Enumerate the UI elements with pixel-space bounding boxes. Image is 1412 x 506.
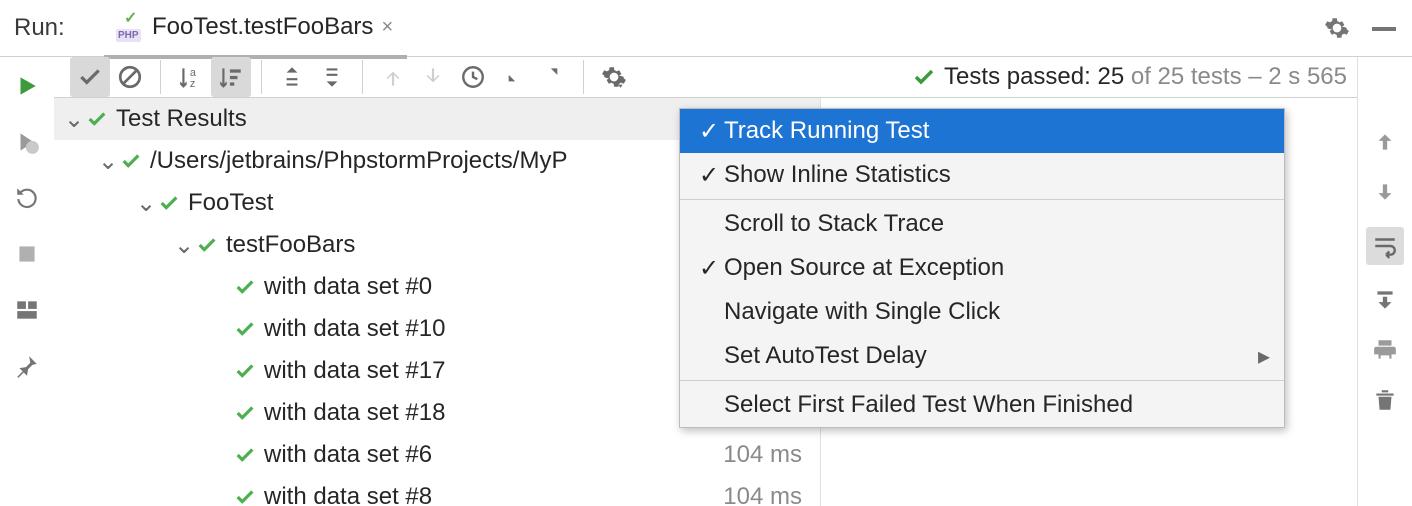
- prev-failed-icon[interactable]: [373, 57, 413, 97]
- stop-icon[interactable]: [12, 239, 42, 269]
- menu-item-label: Set AutoTest Delay: [724, 342, 1258, 370]
- settings-gear-icon[interactable]: [1322, 13, 1352, 43]
- tree-path-label: /Users/jetbrains/PhpstormProjects/MyP: [150, 147, 567, 175]
- right-gutter: [1357, 57, 1412, 506]
- chevron-down-icon[interactable]: ⌄: [62, 105, 86, 134]
- check-icon: ✓: [694, 254, 724, 283]
- menu-separator: [680, 380, 1284, 381]
- tree-dataset-label: with data set #0: [264, 273, 432, 301]
- tree-dataset-label: with data set #18: [264, 399, 445, 427]
- chevron-down-icon[interactable]: ⌄: [134, 189, 158, 218]
- menu-item[interactable]: Set AutoTest Delay▸: [680, 334, 1284, 378]
- tree-dataset-label: with data set #8: [264, 483, 432, 506]
- scroll-to-end-icon[interactable]: [1370, 285, 1400, 315]
- pass-icon: [234, 486, 256, 506]
- pass-icon: [234, 318, 256, 340]
- import-results-icon[interactable]: [493, 57, 533, 97]
- menu-item-label: Scroll to Stack Trace: [724, 210, 1270, 238]
- tree-root-label: Test Results: [116, 105, 247, 133]
- rerun-icon[interactable]: [12, 71, 42, 101]
- scroll-down-icon[interactable]: [1370, 177, 1400, 207]
- next-failed-icon[interactable]: [413, 57, 453, 97]
- summary-of: of 25 tests: [1124, 63, 1241, 90]
- test-options-gear-icon[interactable]: [594, 57, 634, 97]
- menu-item-label: Show Inline Statistics: [724, 161, 1270, 189]
- history-icon[interactable]: [453, 57, 493, 97]
- tree-method-label: testFooBars: [226, 231, 355, 259]
- summary-passed-count: 25: [1097, 63, 1124, 90]
- show-passed-icon[interactable]: [70, 57, 110, 97]
- tree-class-label: FooTest: [188, 189, 273, 217]
- show-ignored-icon[interactable]: [110, 57, 150, 97]
- test-options-menu[interactable]: ✓Track Running Test✓Show Inline Statisti…: [679, 108, 1285, 428]
- submenu-arrow-icon: ▸: [1258, 342, 1270, 371]
- expand-all-icon[interactable]: [272, 57, 312, 97]
- tree-dataset-label: with data set #10: [264, 315, 445, 343]
- menu-item-label: Open Source at Exception: [724, 254, 1270, 282]
- php-file-icon: [118, 14, 144, 40]
- print-icon[interactable]: [1370, 335, 1400, 365]
- menu-item[interactable]: ✓Open Source at Exception: [680, 246, 1284, 290]
- test-toolbar: az: [54, 57, 1357, 98]
- pass-icon: [86, 108, 108, 130]
- tests-summary: Tests passed: 25 of 25 tests – 2 s 565: [912, 63, 1351, 91]
- run-label: Run:: [0, 14, 104, 42]
- sort-duration-icon[interactable]: [211, 57, 251, 97]
- tree-dataset-row[interactable]: with data set #8 104 ms: [54, 476, 820, 506]
- pass-icon: [158, 192, 180, 214]
- left-gutter: [0, 57, 54, 506]
- tree-dataset-time: 104 ms: [692, 441, 820, 469]
- tree-dataset-row[interactable]: with data set #6 104 ms: [54, 434, 820, 476]
- summary-time: – 2 s 565: [1242, 63, 1347, 90]
- menu-separator: [680, 199, 1284, 200]
- menu-item-label: Select First Failed Test When Finished: [724, 391, 1270, 419]
- pass-icon: [234, 276, 256, 298]
- menu-item[interactable]: Navigate with Single Click: [680, 290, 1284, 334]
- svg-text:z: z: [190, 78, 195, 90]
- rerun-failed-icon[interactable]: [12, 127, 42, 157]
- check-icon: [912, 65, 936, 89]
- layout-icon[interactable]: [12, 295, 42, 325]
- menu-item-label: Navigate with Single Click: [724, 298, 1270, 326]
- collapse-all-icon[interactable]: [312, 57, 352, 97]
- menu-item[interactable]: ✓Track Running Test: [680, 109, 1284, 153]
- sort-alpha-icon[interactable]: az: [171, 57, 211, 97]
- pass-icon: [234, 402, 256, 424]
- export-results-icon[interactable]: [533, 57, 573, 97]
- close-tab-icon[interactable]: ×: [381, 16, 393, 39]
- chevron-down-icon[interactable]: ⌄: [172, 231, 196, 260]
- pin-icon[interactable]: [12, 351, 42, 381]
- chevron-down-icon[interactable]: ⌄: [96, 147, 120, 176]
- summary-prefix: Tests passed:: [944, 63, 1097, 90]
- trash-icon[interactable]: [1370, 385, 1400, 415]
- menu-item[interactable]: ✓Show Inline Statistics: [680, 153, 1284, 197]
- pass-icon: [196, 234, 218, 256]
- window-header: Run: FooTest.testFooBars ×: [0, 0, 1412, 57]
- menu-item-label: Track Running Test: [724, 117, 1270, 145]
- toggle-auto-test-icon[interactable]: [12, 183, 42, 213]
- check-icon: ✓: [694, 117, 724, 146]
- hide-panel-icon[interactable]: [1370, 21, 1398, 35]
- soft-wrap-icon[interactable]: [1366, 227, 1404, 265]
- menu-item[interactable]: Scroll to Stack Trace: [680, 202, 1284, 246]
- tree-dataset-time: 104 ms: [692, 483, 820, 506]
- tree-dataset-label: with data set #6: [264, 441, 432, 469]
- check-icon: ✓: [694, 161, 724, 190]
- run-config-tab[interactable]: FooTest.testFooBars ×: [104, 0, 407, 59]
- pass-icon: [120, 150, 142, 172]
- menu-item[interactable]: Select First Failed Test When Finished: [680, 383, 1284, 427]
- scroll-up-icon[interactable]: [1370, 127, 1400, 157]
- pass-icon: [234, 444, 256, 466]
- pass-icon: [234, 360, 256, 382]
- tree-dataset-label: with data set #17: [264, 357, 445, 385]
- tab-title: FooTest.testFooBars: [152, 13, 373, 41]
